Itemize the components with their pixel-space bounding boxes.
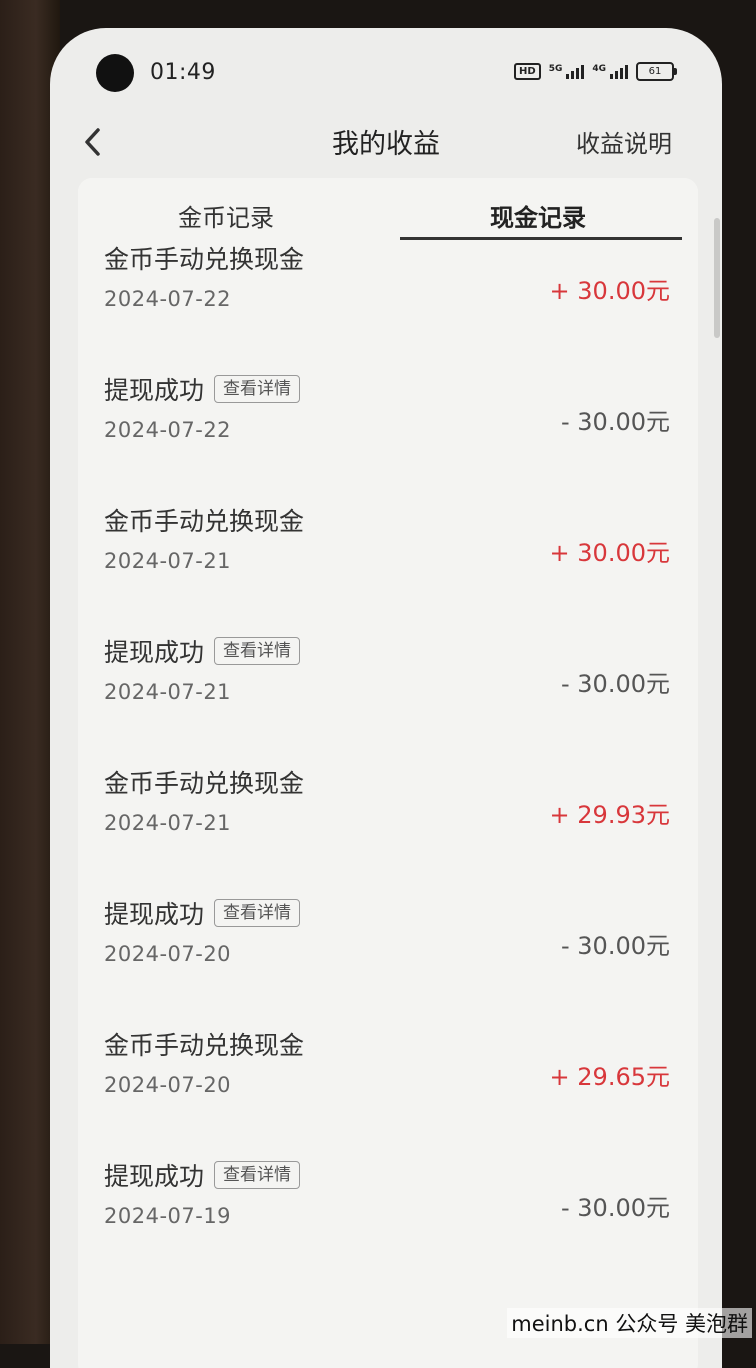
record-list: 提现成功查看详情2024-07-23- 30.00元金币手动兑换现金2024-0… — [78, 178, 698, 1255]
record-amount: + 29.65元 — [549, 1063, 670, 1091]
record-title-text: 金币手动兑换现金 — [104, 507, 305, 536]
record-title: 金币手动兑换现金 — [104, 240, 304, 276]
tab-cash-records[interactable]: 现金记录 — [490, 198, 586, 233]
watermark: meinb.cn 公众号 美泡群 — [507, 1308, 752, 1338]
list-item: 金币手动兑换现金 2024-07-21 + 29.93元 — [78, 731, 698, 862]
record-title: 提现成功 查看详情 — [104, 633, 301, 669]
record-amount: - 30.00元 — [561, 932, 670, 960]
tab-coin-records[interactable]: 金币记录 — [178, 198, 274, 233]
record-title: 金币手动兑换现金 — [104, 502, 304, 538]
record-title: 提现成功 查看详情 — [104, 371, 301, 407]
view-details-button[interactable]: 查看详情 — [214, 375, 301, 403]
view-details-button[interactable]: 查看详情 — [214, 637, 301, 665]
list-item: 金币手动兑换现金 2024-07-21 + 30.00元 — [78, 469, 698, 600]
list-item: 金币手动兑换现金 2024-07-20 + 29.65元 — [78, 993, 698, 1124]
record-title-text: 金币手动兑换现金 — [104, 245, 305, 274]
record-amount: - 30.00元 — [561, 1194, 670, 1222]
record-title-text: 金币手动兑换现金 — [104, 769, 305, 798]
record-date: 2024-07-22 — [104, 418, 232, 442]
record-title-text: 提现成功 — [104, 900, 205, 929]
front-camera — [96, 54, 134, 92]
record-date: 2024-07-22 — [104, 287, 232, 311]
scrollbar[interactable] — [714, 218, 720, 338]
earnings-info-link[interactable]: 收益说明 — [576, 124, 672, 159]
record-date: 2024-07-20 — [104, 1073, 232, 1097]
record-title: 提现成功 查看详情 — [104, 1157, 301, 1193]
list-item: 提现成功 查看详情 2024-07-22 - 30.00元 — [78, 338, 698, 469]
battery-icon: 61 — [636, 62, 677, 81]
record-date: 2024-07-19 — [104, 1204, 232, 1228]
nav-bar: 我的收益 收益说明 — [50, 118, 722, 166]
list-item: 提现成功 查看详情 2024-07-21 - 30.00元 — [78, 600, 698, 731]
record-date: 2024-07-20 — [104, 942, 232, 966]
records-card: 提现成功查看详情2024-07-23- 30.00元金币手动兑换现金2024-0… — [78, 178, 698, 1368]
status-icons: HD 5G 4G 61 — [514, 62, 677, 81]
record-amount: - 30.00元 — [561, 670, 670, 698]
signal-5g-icon: 5G — [549, 64, 585, 79]
view-details-button[interactable]: 查看详情 — [214, 899, 301, 927]
view-details-button[interactable]: 查看详情 — [214, 1161, 301, 1189]
record-date: 2024-07-21 — [104, 680, 232, 704]
record-title-text: 提现成功 — [104, 376, 205, 405]
status-time: 01:49 — [150, 60, 216, 85]
record-amount: + 29.93元 — [549, 801, 670, 829]
record-title: 提现成功 查看详情 — [104, 895, 301, 931]
record-date: 2024-07-21 — [104, 549, 232, 573]
list-item: 提现成功 查看详情 2024-07-19 - 30.00元 — [78, 1124, 698, 1255]
record-date: 2024-07-21 — [104, 811, 232, 835]
record-title: 金币手动兑换现金 — [104, 1026, 304, 1062]
record-amount: + 30.00元 — [549, 539, 670, 567]
active-tab-indicator — [400, 237, 682, 240]
tab-bar: 金币记录 现金记录 — [78, 178, 698, 242]
phone-screen: 01:49 HD 5G 4G 61 我的收益 收益说明 提现成功查看详情2024… — [50, 28, 722, 1368]
signal-4g-icon: 4G — [592, 64, 628, 79]
record-amount: + 30.00元 — [549, 277, 670, 305]
list-item: 提现成功 查看详情 2024-07-20 - 30.00元 — [78, 862, 698, 993]
record-title-text: 金币手动兑换现金 — [104, 1031, 305, 1060]
hd-icon: HD — [514, 63, 541, 80]
record-amount: - 30.00元 — [561, 408, 670, 436]
record-title: 金币手动兑换现金 — [104, 764, 304, 800]
record-title-text: 提现成功 — [104, 1162, 205, 1191]
record-title-text: 提现成功 — [104, 638, 205, 667]
